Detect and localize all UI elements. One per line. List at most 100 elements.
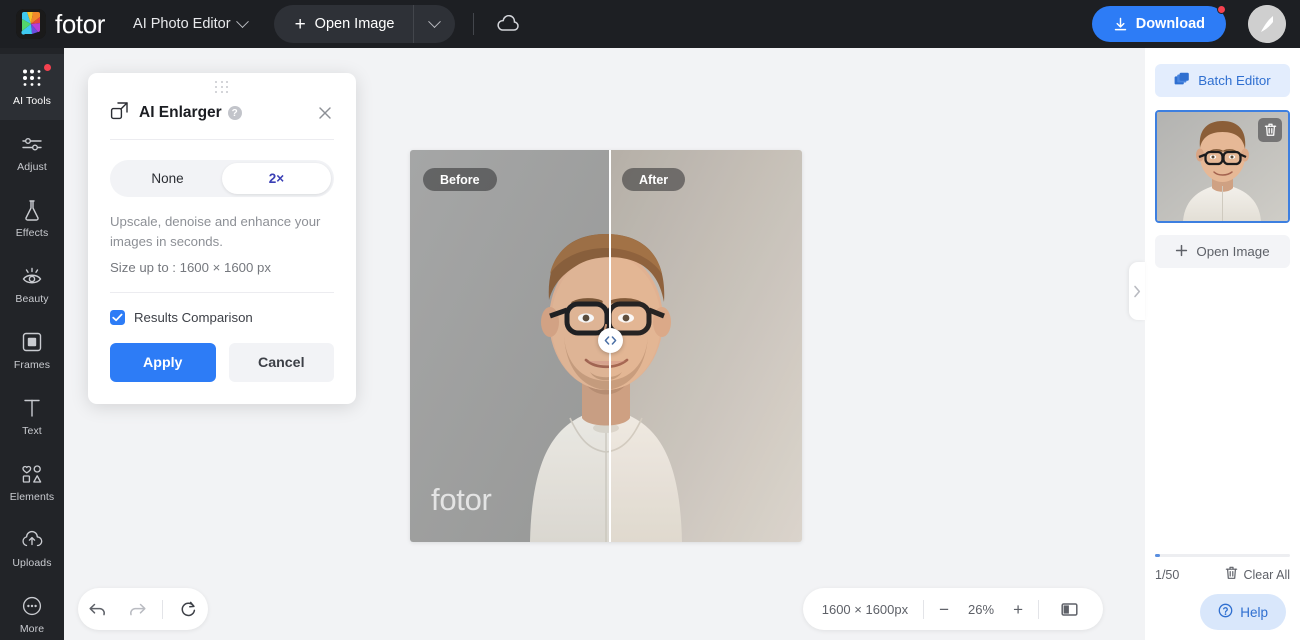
right-batch-panel: Batch Editor Open Image 1/50 Clear All H… bbox=[1145, 48, 1300, 640]
brand-logo[interactable]: fotor bbox=[16, 9, 105, 40]
sidebar-item-elements[interactable]: Elements bbox=[0, 450, 64, 516]
text-t-icon bbox=[22, 397, 42, 419]
panel-actions: Apply Cancel bbox=[110, 343, 334, 382]
sidebar-item-uploads[interactable]: Uploads bbox=[0, 516, 64, 582]
more-dots-icon bbox=[21, 595, 43, 617]
open-image-label: Open Image bbox=[314, 16, 395, 32]
batch-editor-button[interactable]: Batch Editor bbox=[1155, 64, 1290, 97]
compare-view-button[interactable] bbox=[1054, 594, 1084, 624]
left-right-chevrons-icon bbox=[604, 336, 617, 345]
clear-all-button[interactable]: Clear All bbox=[1225, 566, 1290, 583]
reset-button[interactable] bbox=[173, 594, 203, 624]
panel-header: AI Enlarger ? bbox=[110, 93, 334, 140]
image-thumbnail[interactable] bbox=[1155, 110, 1290, 223]
question-circle-icon bbox=[1218, 603, 1233, 621]
batch-editor-label: Batch Editor bbox=[1198, 73, 1271, 88]
left-sidebar: AI Tools Adjust Effects Beauty Frames Te… bbox=[0, 48, 64, 640]
reset-circular-arrow-icon bbox=[181, 601, 195, 616]
thumbnail-delete-button[interactable] bbox=[1258, 118, 1282, 142]
layers-icon bbox=[1174, 72, 1190, 90]
help-button[interactable]: Help bbox=[1200, 594, 1286, 630]
shapes-icon bbox=[20, 463, 44, 485]
avatar[interactable] bbox=[1248, 5, 1286, 43]
toolbar-divider bbox=[162, 599, 164, 619]
scale-toggle-group: None 2× bbox=[110, 160, 334, 197]
sidebar-item-frames[interactable]: Frames bbox=[0, 318, 64, 384]
sidebar-item-adjust[interactable]: Adjust bbox=[0, 120, 64, 186]
header-divider bbox=[473, 13, 475, 35]
batch-scroll-thumb[interactable] bbox=[1155, 554, 1160, 557]
header-right-group: Download bbox=[1091, 5, 1286, 43]
app-switcher[interactable]: AI Photo Editor bbox=[133, 14, 249, 32]
undo-button[interactable] bbox=[83, 594, 113, 624]
scale-option-none[interactable]: None bbox=[113, 163, 222, 194]
help-label: Help bbox=[1240, 604, 1268, 620]
batch-counter-row: 1/50 Clear All bbox=[1155, 566, 1290, 583]
top-header-bar: fotor AI Photo Editor + Open Image Downl… bbox=[0, 0, 1300, 48]
zoom-in-button[interactable]: + bbox=[1013, 601, 1023, 618]
trash-icon bbox=[1225, 566, 1238, 583]
cancel-button[interactable]: Cancel bbox=[228, 343, 334, 382]
frame-square-icon bbox=[21, 331, 43, 353]
checkmark-icon bbox=[112, 313, 123, 322]
right-panel-collapse-button[interactable] bbox=[1129, 262, 1145, 320]
results-comparison-row: Results Comparison bbox=[110, 310, 334, 325]
sidebar-item-ai-tools[interactable]: AI Tools bbox=[0, 54, 64, 120]
image-dimensions-label: 1600 × 1600px bbox=[821, 601, 909, 617]
enlarge-icon bbox=[110, 101, 129, 125]
chevron-right-icon bbox=[1134, 285, 1141, 297]
fotor-photo-editor-app: fotor AI Photo Editor + Open Image Downl… bbox=[0, 0, 1300, 640]
plus-icon bbox=[1175, 244, 1188, 260]
apply-button[interactable]: Apply bbox=[110, 343, 216, 382]
open-image-panel-label: Open Image bbox=[1196, 244, 1270, 259]
sidebar-item-more[interactable]: More bbox=[0, 582, 64, 640]
sidebar-item-effects[interactable]: Effects bbox=[0, 186, 64, 252]
results-comparison-label: Results Comparison bbox=[134, 310, 253, 325]
close-icon[interactable] bbox=[316, 104, 334, 122]
fotor-pinwheel-logo-icon bbox=[16, 9, 46, 39]
upload-cloud-icon bbox=[20, 529, 44, 551]
after-label: After bbox=[622, 168, 686, 191]
eye-icon bbox=[20, 265, 44, 287]
results-comparison-checkbox[interactable] bbox=[110, 310, 125, 325]
plus-icon: + bbox=[294, 13, 306, 35]
panel-divider bbox=[110, 292, 334, 293]
clear-all-label: Clear All bbox=[1243, 567, 1290, 582]
sidebar-item-beauty[interactable]: Beauty bbox=[0, 252, 64, 318]
help-question-icon[interactable]: ? bbox=[227, 106, 242, 120]
zoom-toolbar: 1600 × 1600px − 26% + bbox=[802, 588, 1103, 630]
history-toolbar bbox=[78, 588, 208, 630]
panel-title: AI Enlarger bbox=[139, 104, 222, 121]
batch-scroll-track[interactable] bbox=[1155, 554, 1290, 557]
sidebar-item-label: AI Tools bbox=[13, 95, 51, 107]
image-comparison-stage[interactable]: Before After fotor bbox=[410, 150, 802, 542]
panel-drag-handle[interactable] bbox=[110, 73, 334, 94]
brand-name: fotor bbox=[55, 8, 106, 39]
download-notification-badge bbox=[1217, 5, 1226, 14]
cloud-icon bbox=[497, 15, 520, 31]
panel-description: Upscale, denoise and enhance your images… bbox=[110, 214, 321, 249]
open-image-button[interactable]: + Open Image bbox=[274, 5, 414, 43]
cloud-save-button[interactable] bbox=[493, 9, 523, 39]
trash-icon bbox=[1264, 123, 1276, 136]
undo-arrow-icon bbox=[89, 603, 106, 615]
flask-icon bbox=[22, 199, 42, 221]
download-icon bbox=[1114, 17, 1126, 30]
sidebar-item-label: Text bbox=[22, 425, 42, 437]
sidebar-item-text[interactable]: Text bbox=[0, 384, 64, 450]
sliders-icon bbox=[20, 133, 44, 155]
download-label: Download bbox=[1135, 16, 1205, 32]
open-image-dropdown-button[interactable] bbox=[413, 5, 455, 43]
download-button[interactable]: Download bbox=[1091, 5, 1226, 42]
sidebar-item-label: Beauty bbox=[15, 293, 49, 305]
panel-size-note: Size up to : 1600 × 1600 px bbox=[110, 260, 271, 275]
comparison-slider-handle[interactable] bbox=[598, 328, 623, 353]
sidebar-item-label: Elements bbox=[9, 491, 55, 503]
zoom-out-button[interactable]: − bbox=[939, 601, 949, 618]
redo-button[interactable] bbox=[123, 594, 153, 624]
open-image-button-panel[interactable]: Open Image bbox=[1155, 235, 1290, 268]
split-view-icon bbox=[1060, 602, 1078, 616]
scale-option-2x[interactable]: 2× bbox=[222, 163, 331, 194]
sidebar-item-label: Adjust bbox=[17, 161, 47, 173]
app-switcher-label: AI Photo Editor bbox=[133, 16, 231, 32]
